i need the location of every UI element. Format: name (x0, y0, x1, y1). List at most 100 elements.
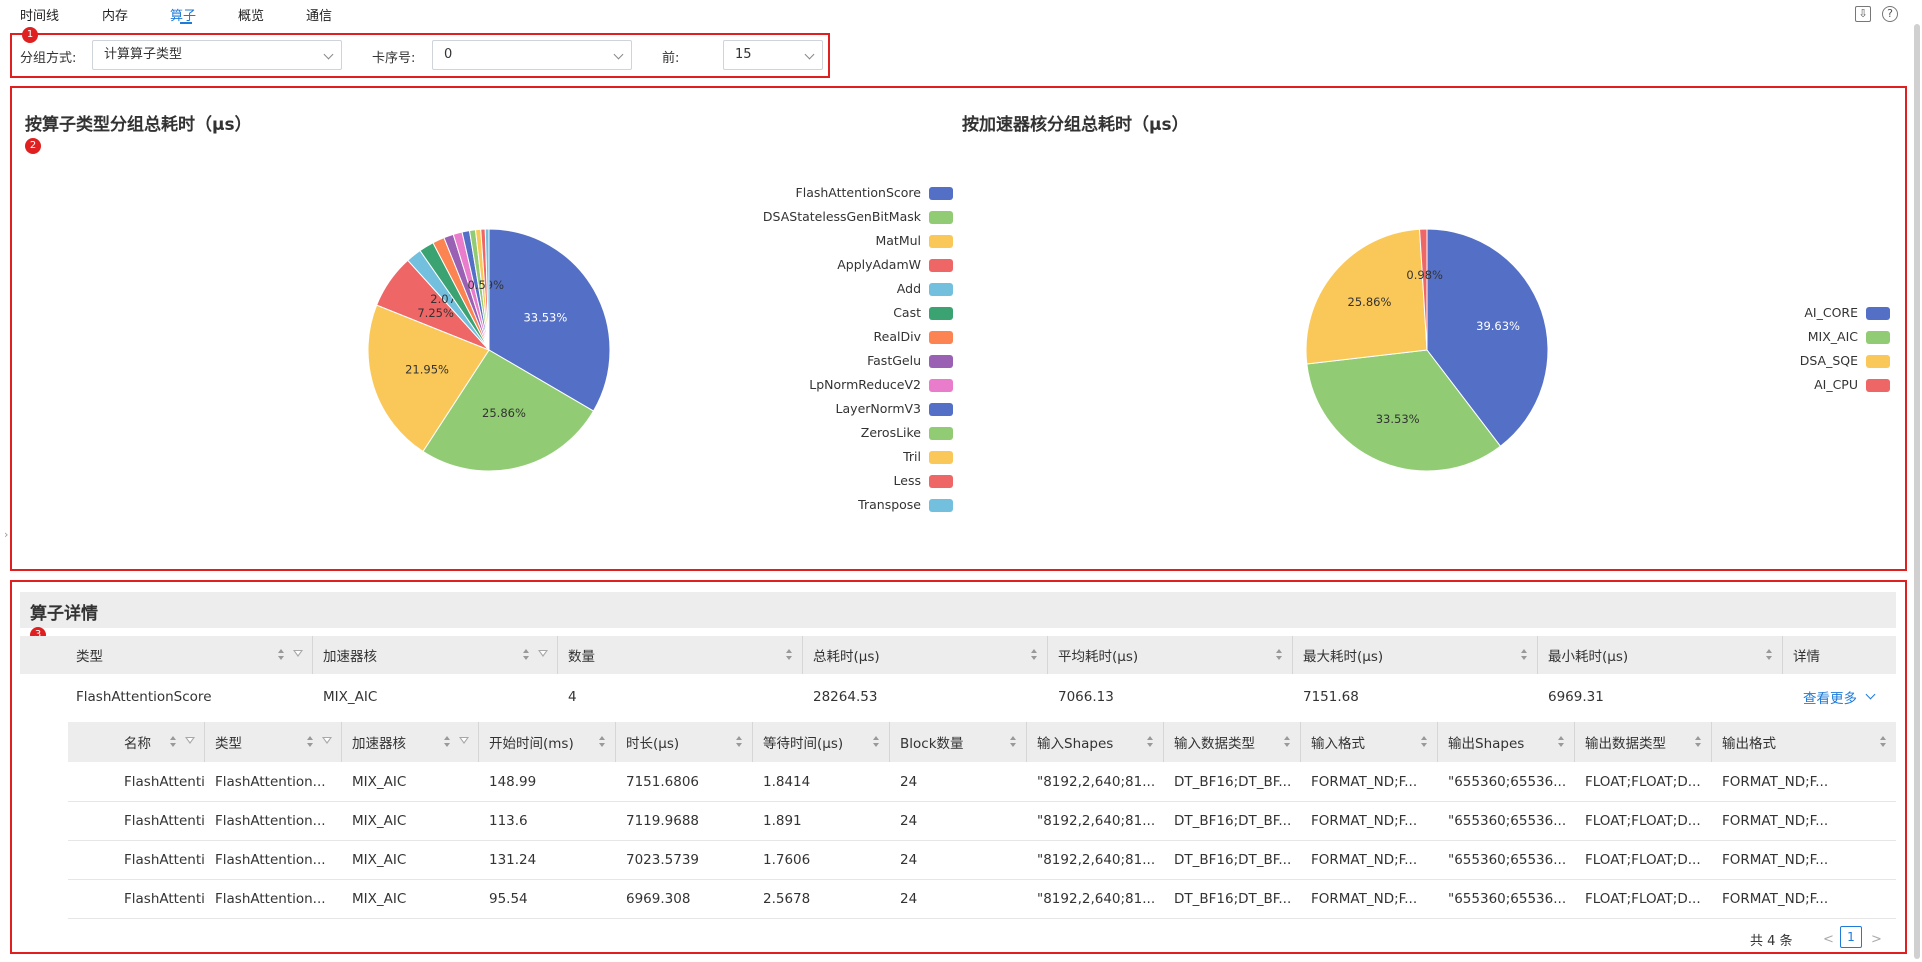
filter-icon[interactable] (185, 737, 195, 744)
op-type-legend-label-9[interactable]: LayerNormV3 (836, 401, 921, 416)
op-type-legend-swatch-2[interactable] (929, 235, 953, 248)
op-type-legend-label-3[interactable]: ApplyAdamW (837, 257, 921, 272)
sort-icon[interactable] (1766, 649, 1772, 661)
scrollbar[interactable] (1914, 24, 1920, 959)
filter-icon[interactable] (293, 650, 303, 657)
sub-column-label: 输入格式 (1311, 736, 1365, 752)
op-type-legend-swatch-1[interactable] (929, 211, 953, 224)
sub-column-header-10[interactable]: 输出Shapes (1438, 722, 1575, 762)
op-type-legend-swatch-3[interactable] (929, 259, 953, 272)
sub-column-header-8[interactable]: 输入数据类型 (1164, 722, 1301, 762)
sub-column-header-3[interactable]: 开始时间(ms) (479, 722, 616, 762)
sort-icon[interactable] (1558, 736, 1564, 748)
op-type-legend-label-1[interactable]: DSAStatelessGenBitMask (763, 209, 922, 224)
sub-cell-5: 1.891 (763, 813, 802, 829)
view-more-link[interactable]: 查看更多 (1783, 676, 1896, 718)
op-type-legend-swatch-9[interactable] (929, 403, 953, 416)
sub-column-header-0[interactable]: 名称 (68, 722, 205, 762)
filter-icon[interactable] (459, 737, 469, 744)
sub-cell-2: MIX_AIC (352, 813, 407, 829)
table-row[interactable]: FlashAttentionScore MIX_AIC 4 28264.53 7… (20, 676, 1896, 718)
sort-icon[interactable] (1031, 649, 1037, 661)
sub-column-label: 输出格式 (1722, 736, 1776, 752)
op-type-legend-swatch-10[interactable] (929, 427, 953, 440)
sort-icon[interactable] (1880, 736, 1886, 748)
sub-column-header-6[interactable]: Block数量 (890, 722, 1027, 762)
op-type-legend-swatch-11[interactable] (929, 451, 953, 464)
column-header-avg[interactable]: 平均耗时(μs) (1048, 636, 1293, 674)
sub-cell-10: "655360;65536... (1448, 891, 1567, 907)
sort-icon[interactable] (444, 736, 450, 748)
column-header-core[interactable]: 加速器核 (313, 636, 558, 674)
sub-column-label: 输入Shapes (1037, 736, 1114, 752)
column-header-type[interactable]: 类型 (20, 636, 313, 674)
op-type-legend-swatch-0[interactable] (929, 187, 953, 200)
view-more-label: 查看更多 (1803, 691, 1857, 707)
sort-icon[interactable] (1010, 736, 1016, 748)
sort-icon[interactable] (786, 649, 792, 661)
column-header-max[interactable]: 最大耗时(μs) (1293, 636, 1538, 674)
sort-icon[interactable] (523, 649, 529, 661)
sub-cell-5: 1.7606 (763, 852, 811, 868)
sort-icon[interactable] (278, 649, 284, 661)
op-type-legend-swatch-13[interactable] (929, 499, 953, 512)
sub-table-row[interactable]: FlashAttention... FlashAttention... MIX_AI… (68, 841, 1896, 880)
sub-table-header: 名称 类型 加速器核 开始时间(ms) 时长(μs) 等待时间(μs) Block数量 输入S… (68, 722, 1896, 762)
op-type-legend-swatch-7[interactable] (929, 355, 953, 368)
op-type-legend-label-0[interactable]: FlashAttentionScore (796, 185, 922, 200)
pagination-prev-button[interactable]: < (1823, 932, 1834, 947)
sort-icon[interactable] (873, 736, 879, 748)
sort-icon[interactable] (1695, 736, 1701, 748)
op-type-legend-label-6[interactable]: RealDiv (874, 329, 922, 344)
op-type-legend-label-12[interactable]: Less (894, 473, 921, 488)
sub-table-row[interactable]: FlashAttention... FlashAttention... MIX_AI… (68, 763, 1896, 802)
sub-column-header-12[interactable]: 输出格式 (1712, 722, 1896, 762)
column-label: 最小耗时(μs) (1548, 649, 1629, 665)
op-type-legend-label-5[interactable]: Cast (893, 305, 921, 320)
sub-column-header-1[interactable]: 类型 (205, 722, 342, 762)
sub-cell-0: FlashAttention... (124, 891, 205, 907)
sort-icon[interactable] (1284, 736, 1290, 748)
sub-cell-4: 7023.5739 (626, 852, 700, 868)
sub-column-header-2[interactable]: 加速器核 (342, 722, 479, 762)
op-type-legend-label-4[interactable]: Add (897, 281, 921, 296)
filter-icon[interactable] (322, 737, 332, 744)
sub-cell-11: FLOAT;FLOAT;D... (1585, 813, 1701, 829)
op-type-legend-swatch-4[interactable] (929, 283, 953, 296)
sub-column-label: 输出Shapes (1448, 736, 1525, 752)
op-type-legend-label-11[interactable]: Tril (902, 449, 921, 464)
filter-icon[interactable] (538, 650, 548, 657)
sub-table-row[interactable]: FlashAttention... FlashAttention... MIX_AI… (68, 880, 1896, 919)
sort-icon[interactable] (1147, 736, 1153, 748)
sub-cell-9: FORMAT_ND;F... (1311, 813, 1418, 829)
op-type-legend-label-2[interactable]: MatMul (875, 233, 921, 248)
sort-icon[interactable] (1276, 649, 1282, 661)
sub-column-header-5[interactable]: 等待时间(μs) (753, 722, 890, 762)
pagination-page-1[interactable]: 1 (1840, 926, 1862, 948)
column-label: 最大耗时(μs) (1303, 649, 1384, 665)
column-header-total[interactable]: 总耗时(μs) (803, 636, 1048, 674)
sort-icon[interactable] (599, 736, 605, 748)
sub-table-row[interactable]: FlashAttention... FlashAttention... MIX_AI… (68, 802, 1896, 841)
op-type-legend-label-10[interactable]: ZerosLike (861, 425, 922, 440)
sub-column-header-4[interactable]: 时长(μs) (616, 722, 753, 762)
op-type-legend-label-8[interactable]: LpNormReduceV2 (809, 377, 921, 392)
sort-icon[interactable] (307, 736, 313, 748)
pagination-next-button[interactable]: > (1871, 932, 1882, 947)
sub-column-header-7[interactable]: 输入Shapes (1027, 722, 1164, 762)
op-type-legend-swatch-5[interactable] (929, 307, 953, 320)
sub-column-header-9[interactable]: 输入格式 (1301, 722, 1438, 762)
column-header-count[interactable]: 数量 (558, 636, 803, 674)
op-type-legend-swatch-12[interactable] (929, 475, 953, 488)
sort-icon[interactable] (1421, 736, 1427, 748)
sort-icon[interactable] (170, 736, 176, 748)
op-type-legend-label-7[interactable]: FastGelu (867, 353, 921, 368)
sort-icon[interactable] (1521, 649, 1527, 661)
sort-icon[interactable] (736, 736, 742, 748)
column-header-min[interactable]: 最小耗时(μs) (1538, 636, 1783, 674)
op-type-legend-label-13[interactable]: Transpose (857, 497, 921, 512)
op-type-legend-swatch-8[interactable] (929, 379, 953, 392)
sub-column-header-11[interactable]: 输出数据类型 (1575, 722, 1712, 762)
op-type-legend-swatch-6[interactable] (929, 331, 953, 344)
sub-cell-1: FlashAttention... (215, 813, 326, 829)
